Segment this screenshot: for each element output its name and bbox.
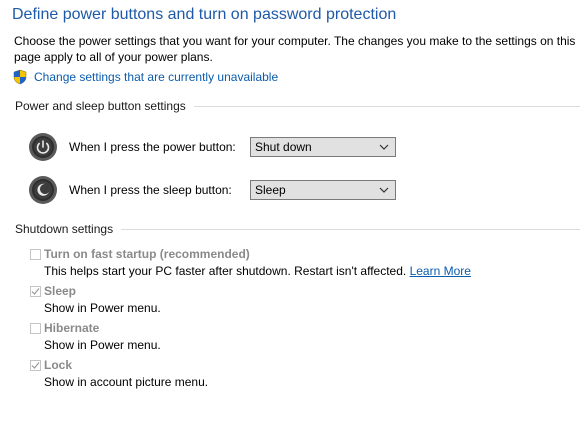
shutdown-section-heading: Shutdown settings (15, 222, 114, 236)
hibernate-label: Hibernate (44, 321, 100, 335)
lock-description: Show in account picture menu. (44, 375, 209, 389)
chevron-down-icon (379, 187, 389, 193)
sleep-label: Sleep (44, 284, 77, 298)
fast-startup-label: Turn on fast startup (recommended) (44, 247, 250, 261)
hibernate-checkbox[interactable] (30, 322, 41, 334)
power-section-header: Power and sleep button settings (15, 98, 580, 114)
sleep-button-row: When I press the sleep button: Sleep (28, 173, 408, 207)
fast-startup-description: This helps start your PC faster after sh… (44, 264, 471, 278)
section-divider (121, 228, 580, 230)
change-settings-link[interactable]: Change settings that are currently unava… (34, 70, 278, 84)
lock-option[interactable]: Lock (30, 357, 72, 373)
uac-shield-icon (13, 69, 27, 85)
learn-more-link[interactable]: Learn More (410, 264, 471, 278)
sleep-option[interactable]: Sleep (30, 283, 76, 299)
lock-label: Lock (44, 358, 73, 372)
section-divider (193, 105, 580, 107)
lock-checkbox[interactable] (30, 359, 41, 371)
checkmark-icon (31, 287, 40, 295)
fast-startup-desc-text: This helps start your PC faster after sh… (44, 264, 407, 278)
sleep-button-value: Sleep (255, 183, 286, 197)
power-section-heading: Power and sleep button settings (15, 99, 186, 113)
hibernate-description: Show in Power menu. (44, 338, 161, 352)
chevron-down-icon (379, 144, 389, 150)
power-button-row: When I press the power button: Shut down (28, 130, 408, 164)
intro-text: Choose the power settings that you want … (14, 34, 576, 64)
power-button-value: Shut down (255, 140, 312, 154)
sleep-checkbox[interactable] (30, 285, 41, 297)
fast-startup-checkbox[interactable] (30, 248, 41, 260)
hibernate-option[interactable]: Hibernate (30, 320, 99, 336)
sleep-icon (29, 176, 57, 204)
power-button-dropdown[interactable]: Shut down (250, 137, 396, 157)
page-title: Define power buttons and turn on passwor… (12, 6, 397, 23)
change-settings-row[interactable]: Change settings that are currently unava… (12, 68, 278, 86)
power-icon (29, 133, 57, 161)
sleep-button-label: When I press the sleep button: (69, 183, 232, 197)
power-button-label: When I press the power button: (69, 140, 236, 154)
sleep-description: Show in Power menu. (44, 301, 161, 315)
checkmark-icon (31, 361, 40, 369)
sleep-button-dropdown[interactable]: Sleep (250, 180, 396, 200)
fast-startup-option[interactable]: Turn on fast startup (recommended) (30, 246, 250, 262)
shutdown-section-header: Shutdown settings (15, 221, 580, 237)
